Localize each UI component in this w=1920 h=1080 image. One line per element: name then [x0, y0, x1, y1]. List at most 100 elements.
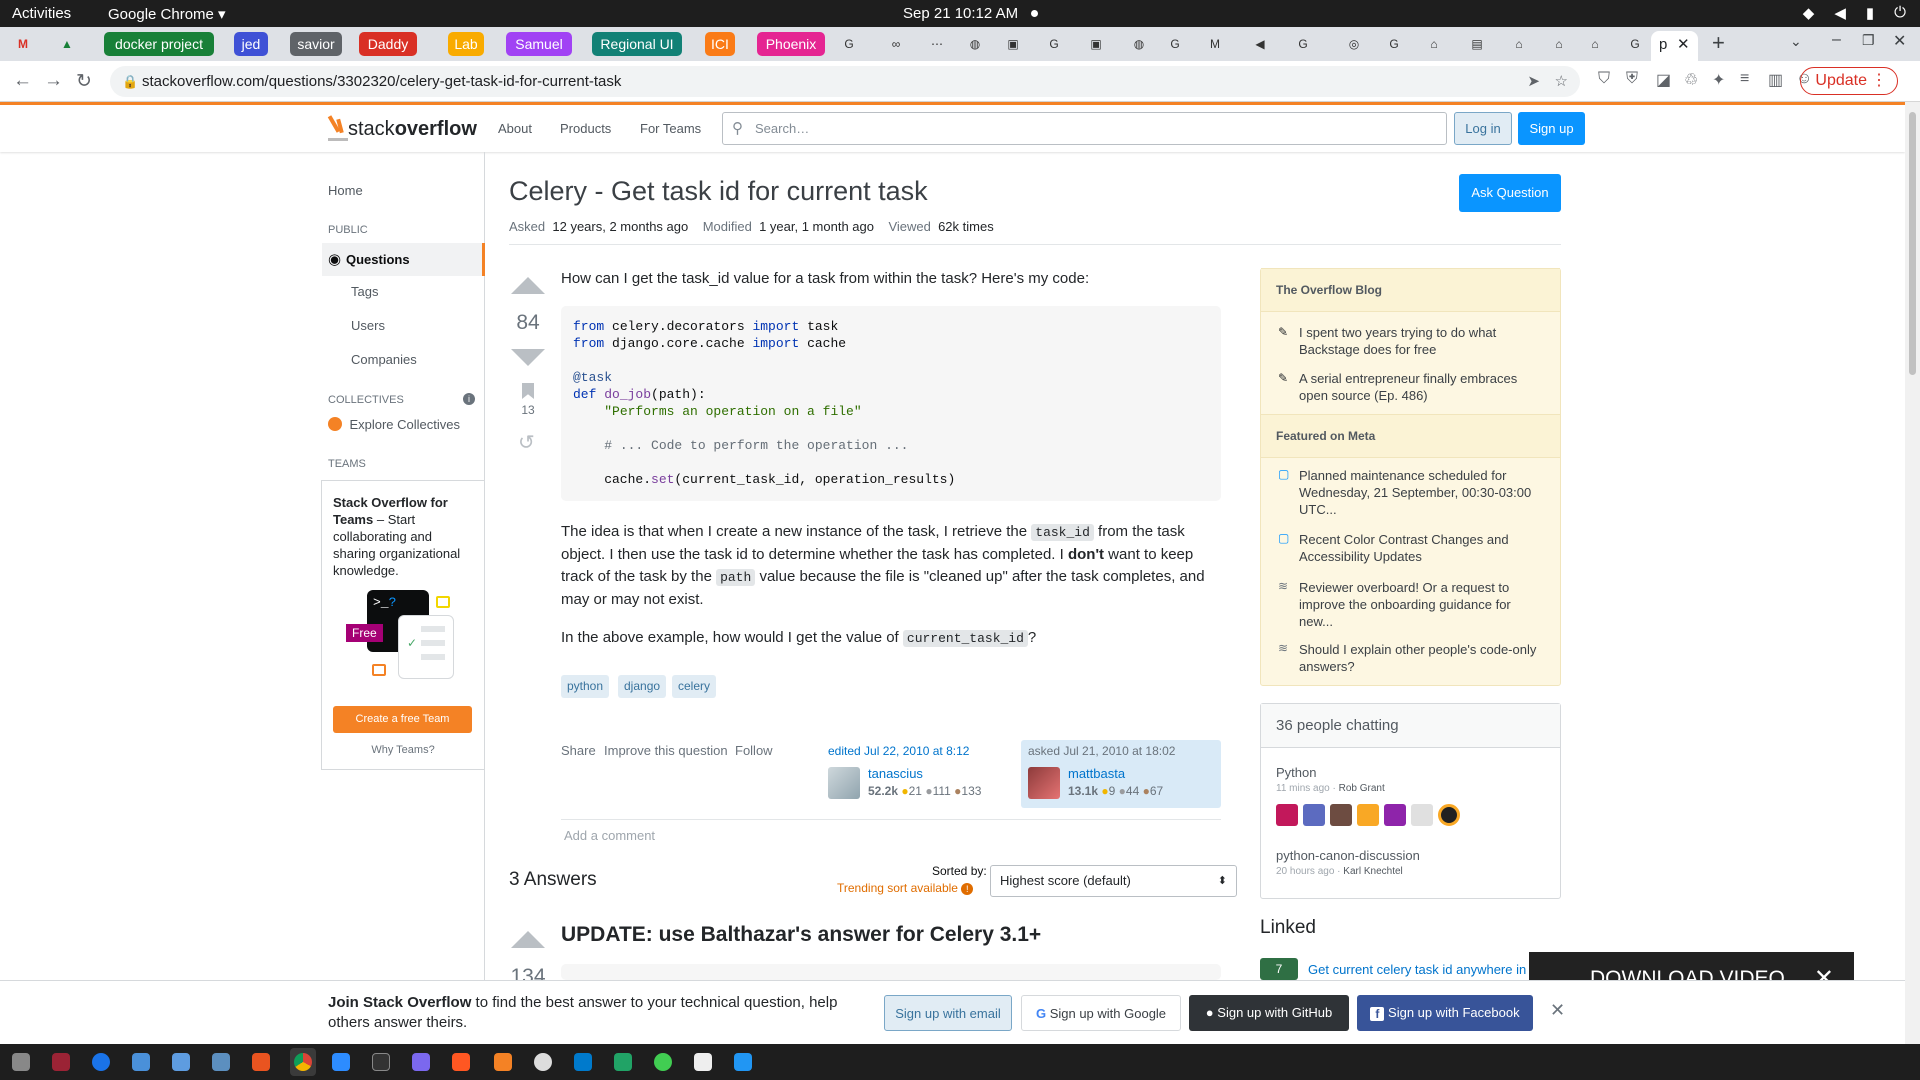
tab-favicon-icon[interactable]: ⋯: [928, 35, 946, 53]
meta-item[interactable]: Should I explain other people's code-onl…: [1299, 641, 1539, 675]
chrome-icon[interactable]: [294, 1053, 312, 1071]
extension-icon[interactable]: ◪: [1656, 70, 1671, 90]
vscode-icon[interactable]: [574, 1053, 592, 1071]
tab-favicon-icon[interactable]: ⌂: [1510, 35, 1528, 53]
avatar[interactable]: [1330, 804, 1352, 826]
follow-link[interactable]: Follow: [735, 743, 773, 758]
tab-favicon-icon[interactable]: ◀: [1251, 35, 1269, 53]
ask-question-button[interactable]: Ask Question: [1459, 174, 1561, 212]
upvote-icon[interactable]: [511, 277, 545, 294]
tab-group-8[interactable]: ICI: [705, 32, 735, 56]
share-link[interactable]: Share: [561, 743, 596, 758]
nav-for-teams[interactable]: For Teams: [640, 121, 701, 136]
app-menu[interactable]: Google Chrome ▾: [108, 5, 226, 23]
bookmark-star-icon[interactable]: ☆: [1555, 66, 1568, 97]
blog-item[interactable]: A serial entrepreneur finally embraces o…: [1299, 370, 1539, 404]
meta-item[interactable]: Recent Color Contrast Changes and Access…: [1299, 531, 1539, 565]
extension-icon[interactable]: ♲: [1684, 70, 1698, 90]
tab-group-2[interactable]: jed: [234, 32, 268, 56]
tab-favicon-icon[interactable]: G: [1385, 35, 1403, 53]
page-scrollbar[interactable]: [1905, 102, 1920, 1044]
signup-facebook-button[interactable]: f Sign up with Facebook: [1357, 995, 1533, 1031]
modified-value[interactable]: 1 year, 1 month ago: [759, 219, 874, 234]
upvote-icon[interactable]: [511, 931, 545, 948]
tab-favicon-icon[interactable]: G: [1166, 35, 1184, 53]
back-icon[interactable]: ←: [13, 70, 32, 92]
reload-icon[interactable]: ↻: [76, 70, 92, 93]
app-icon[interactable]: [132, 1053, 150, 1071]
meta-item[interactable]: Reviewer overboard! Or a request to impr…: [1299, 579, 1539, 630]
minimize-icon[interactable]: –: [1832, 31, 1841, 49]
info-icon[interactable]: i: [463, 393, 475, 405]
chat-user[interactable]: Karl Knechtel: [1343, 866, 1402, 877]
tab-favicon-icon[interactable]: ⌂: [1550, 35, 1568, 53]
system-tray[interactable]: ◆ ◀ ▮ ⏻: [1803, 4, 1906, 22]
tab-favicon-icon[interactable]: G: [1626, 35, 1644, 53]
tab-search-icon[interactable]: ⌄: [1790, 33, 1802, 50]
tab-favicon-icon[interactable]: ∞: [887, 35, 905, 53]
meta-item[interactable]: Planned maintenance scheduled for Wednes…: [1299, 467, 1539, 518]
add-comment-link[interactable]: Add a comment: [564, 828, 655, 843]
side-panel-icon[interactable]: ▥: [1768, 70, 1783, 90]
new-tab-icon[interactable]: +: [1712, 30, 1725, 56]
avatar[interactable]: [1438, 804, 1460, 826]
close-window-icon[interactable]: ✕: [1893, 31, 1906, 51]
chat-heading[interactable]: 36 people chatting: [1261, 704, 1560, 748]
tab-group-5[interactable]: Lab: [448, 32, 484, 56]
help-icon[interactable]: [92, 1053, 110, 1071]
bookmark-icon[interactable]: [522, 383, 534, 399]
user-name-link[interactable]: tanascius: [868, 766, 923, 781]
spreadsheet-icon[interactable]: [614, 1053, 632, 1071]
url-field[interactable]: 🔒 stackoverflow.com/questions/3302320/ce…: [110, 66, 1580, 97]
app-icon[interactable]: [212, 1053, 230, 1071]
history-icon[interactable]: ↺: [518, 430, 535, 455]
sidebar-item-tags[interactable]: Tags: [351, 284, 378, 299]
puzzle-icon[interactable]: ✦: [1712, 70, 1725, 90]
nav-products[interactable]: Products: [560, 121, 611, 136]
terminal-icon[interactable]: [372, 1053, 390, 1071]
blog-item[interactable]: I spent two years trying to do what Back…: [1299, 324, 1539, 358]
tab-group-6[interactable]: Samuel: [506, 32, 572, 56]
app-icon[interactable]: [452, 1053, 470, 1071]
tab-favicon-icon[interactable]: ◍: [1130, 35, 1148, 53]
tag-django[interactable]: django: [618, 675, 667, 698]
tab-group-4[interactable]: Daddy: [359, 32, 417, 56]
downvote-icon[interactable]: [511, 349, 545, 366]
create-team-button[interactable]: Create a free Team: [333, 706, 472, 733]
drive-tab-icon[interactable]: ▲: [58, 35, 76, 53]
chat-room-link[interactable]: python-canon-discussion: [1276, 848, 1420, 863]
app-icon[interactable]: [734, 1053, 752, 1071]
linked-question-link[interactable]: Get current celery task id anywhere in t…: [1308, 962, 1548, 977]
maximize-icon[interactable]: ❐: [1862, 32, 1875, 49]
forward-icon[interactable]: →: [44, 70, 63, 92]
clock[interactable]: Sep 21 10:12 AM: [903, 5, 1018, 22]
tag-celery[interactable]: celery: [672, 675, 717, 698]
show-apps-icon[interactable]: [12, 1053, 30, 1071]
app-icon[interactable]: [654, 1053, 672, 1071]
signup-email-button[interactable]: Sign up with email: [884, 995, 1012, 1031]
app-icon[interactable]: [412, 1053, 430, 1071]
app-icon[interactable]: [494, 1053, 512, 1071]
document-icon[interactable]: [172, 1053, 190, 1071]
lock-icon[interactable]: 🔒: [122, 66, 138, 97]
media-icon[interactable]: ≡: [1740, 70, 1749, 88]
tab-favicon-icon[interactable]: ⌂: [1425, 35, 1443, 53]
nav-about[interactable]: About: [498, 121, 532, 136]
tab-favicon-icon[interactable]: M: [1206, 35, 1224, 53]
avatar[interactable]: [1276, 804, 1298, 826]
trending-sort-link[interactable]: Trending sort available !: [837, 881, 974, 895]
sidebar-item-companies[interactable]: Companies: [351, 352, 417, 367]
tab-favicon-icon[interactable]: G: [1045, 35, 1063, 53]
software-icon[interactable]: [252, 1053, 270, 1071]
tab-group-7[interactable]: Regional UI: [592, 32, 682, 56]
edited-link[interactable]: edited Jul 22, 2010 at 8:12: [828, 744, 969, 758]
sidebar-item-users[interactable]: Users: [351, 318, 385, 333]
chat-room-link[interactable]: Python: [1276, 765, 1316, 780]
tab-group-9[interactable]: Phoenix: [757, 32, 825, 56]
question-title[interactable]: Celery - Get task id for current task: [509, 176, 928, 207]
chat-user[interactable]: Rob Grant: [1339, 783, 1385, 794]
sidebar-item-home[interactable]: Home: [328, 183, 363, 198]
so-logo[interactable]: stackoverflow: [327, 113, 477, 141]
active-tab[interactable]: p ✕: [1651, 31, 1698, 61]
app-icon[interactable]: [534, 1053, 552, 1071]
